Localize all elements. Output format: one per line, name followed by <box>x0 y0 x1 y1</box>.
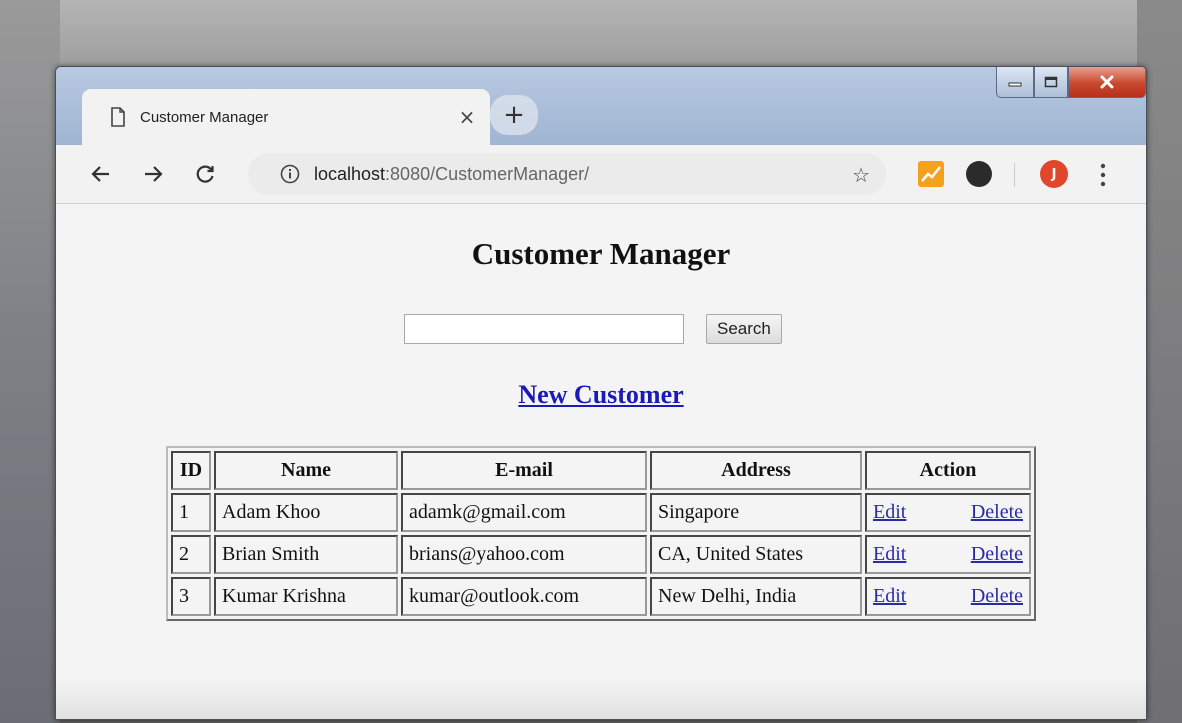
profile-avatar[interactable]: J <box>1040 160 1068 188</box>
page-bottom-fade <box>56 679 1146 719</box>
address-bar[interactable]: localhost:8080/CustomerManager/ ☆ <box>248 153 886 195</box>
desktop-background-top <box>0 0 1182 70</box>
table-header-row: ID Name E-mail Address Action <box>171 451 1031 490</box>
url-text: localhost:8080/CustomerManager/ <box>314 164 589 185</box>
cell-action: Edit Delete <box>865 535 1031 574</box>
chart-trend-icon <box>921 166 941 182</box>
header-name: Name <box>214 451 398 490</box>
delete-link[interactable]: Delete <box>971 585 1023 608</box>
delete-link[interactable]: Delete <box>971 543 1023 566</box>
search-button[interactable]: Search <box>706 314 782 344</box>
cell-id: 2 <box>171 535 211 574</box>
cell-email: adamk@gmail.com <box>401 493 647 532</box>
forward-arrow-icon <box>145 166 163 182</box>
url-path: :8080/CustomerManager/ <box>385 163 590 184</box>
search-form: Search <box>404 314 782 344</box>
cell-address: CA, United States <box>650 535 862 574</box>
page-icon <box>111 107 125 127</box>
cell-action: Edit Delete <box>865 493 1031 532</box>
minimize-button[interactable] <box>996 67 1034 98</box>
cell-address: New Delhi, India <box>650 577 862 616</box>
header-email: E-mail <box>401 451 647 490</box>
search-input[interactable] <box>404 314 684 344</box>
customer-table: ID Name E-mail Address Action 1 Adam Kho… <box>166 446 1036 621</box>
minimize-icon <box>1008 82 1022 87</box>
forward-button[interactable] <box>138 159 168 189</box>
page-title: Customer Manager <box>471 236 731 271</box>
close-icon <box>1100 75 1114 89</box>
analytics-extension-icon[interactable] <box>918 161 944 187</box>
reload-button[interactable] <box>190 159 220 189</box>
delete-link[interactable]: Delete <box>971 501 1023 524</box>
back-button[interactable] <box>86 159 116 189</box>
browser-window: Customer Manager × + localhost:8080/Cust… <box>55 66 1147 720</box>
tab-customer-manager[interactable]: Customer Manager × <box>82 89 490 145</box>
cell-name: Adam Khoo <box>214 493 398 532</box>
cell-name: Kumar Krishna <box>214 577 398 616</box>
browser-toolbar: localhost:8080/CustomerManager/ ☆ J <box>56 145 1146 204</box>
bookmark-star-icon[interactable]: ☆ <box>852 163 870 187</box>
table-row: 3 Kumar Krishna kumar@outlook.com New De… <box>171 577 1031 616</box>
new-tab-button[interactable]: + <box>490 95 538 135</box>
info-icon[interactable] <box>280 164 300 184</box>
cell-action: Edit Delete <box>865 577 1031 616</box>
tab-strip: Customer Manager × + <box>56 67 1146 145</box>
k-extension-icon[interactable] <box>966 161 992 187</box>
kebab-menu-icon[interactable] <box>1096 161 1110 189</box>
maximize-button[interactable] <box>1034 67 1068 98</box>
edit-link[interactable]: Edit <box>873 543 906 566</box>
url-host: localhost <box>314 163 386 184</box>
table-row: 2 Brian Smith brians@yahoo.com CA, Unite… <box>171 535 1031 574</box>
header-id: ID <box>171 451 211 490</box>
close-tab-icon[interactable]: × <box>454 105 480 129</box>
maximize-icon <box>1044 76 1058 88</box>
edit-link[interactable]: Edit <box>873 585 906 608</box>
new-customer-container: New Customer <box>56 380 1146 410</box>
cell-address: Singapore <box>650 493 862 532</box>
desktop-background-left <box>0 0 60 723</box>
cell-email: kumar@outlook.com <box>401 577 647 616</box>
new-customer-link[interactable]: New Customer <box>518 380 683 409</box>
edit-link[interactable]: Edit <box>873 501 906 524</box>
window-controls <box>996 67 1146 98</box>
toolbar-divider <box>1014 163 1015 187</box>
close-window-button[interactable] <box>1068 67 1146 98</box>
back-arrow-icon <box>91 166 109 182</box>
cell-id: 1 <box>171 493 211 532</box>
cell-id: 3 <box>171 577 211 616</box>
cell-name: Brian Smith <box>214 535 398 574</box>
header-address: Address <box>650 451 862 490</box>
table-row: 1 Adam Khoo adamk@gmail.com Singapore Ed… <box>171 493 1031 532</box>
page-content: Customer Manager Search New Customer ID … <box>56 204 1146 719</box>
header-action: Action <box>865 451 1031 490</box>
tab-title: Customer Manager <box>140 108 269 126</box>
reload-icon <box>196 165 214 183</box>
cell-email: brians@yahoo.com <box>401 535 647 574</box>
